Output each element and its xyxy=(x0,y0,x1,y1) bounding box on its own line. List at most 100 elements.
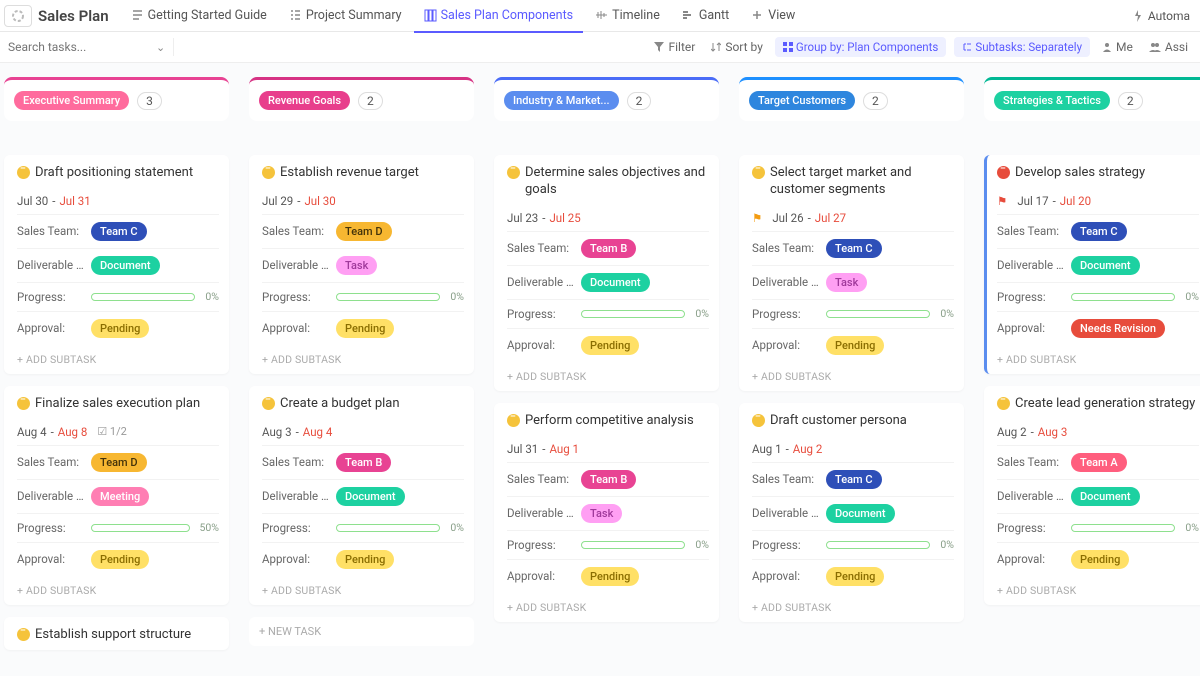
approval-chip[interactable]: Pending xyxy=(581,336,639,355)
task-card[interactable]: Establish revenue target Jul 29 - Jul 30… xyxy=(249,155,474,374)
team-chip[interactable]: Team B xyxy=(336,453,391,472)
task-card[interactable]: Select target market and customer segmen… xyxy=(739,155,964,391)
team-chip[interactable]: Team C xyxy=(826,470,882,489)
approval-chip[interactable]: Needs Revision xyxy=(1071,319,1165,338)
tab-project-summary[interactable]: Project Summary xyxy=(279,4,412,27)
tab-icon xyxy=(131,9,144,22)
automate-button[interactable]: Automa xyxy=(1126,9,1196,23)
column: Strategies & Tactics 2 Develop sales str… xyxy=(984,77,1200,617)
tab-timeline[interactable]: Timeline xyxy=(585,4,670,27)
approval-chip[interactable]: Pending xyxy=(826,567,884,586)
progress-row: Progress: 0% xyxy=(507,530,709,559)
task-card[interactable]: Draft customer persona Aug 1 - Aug 2 Sal… xyxy=(739,403,964,622)
progress-bar[interactable] xyxy=(1071,524,1175,532)
approval-chip[interactable]: Pending xyxy=(336,319,394,338)
subtasks-pill[interactable]: Subtasks: Separately xyxy=(954,37,1090,57)
deliverable-chip[interactable]: Meeting xyxy=(91,487,149,506)
tab-view[interactable]: View xyxy=(741,4,805,27)
add-subtask-button[interactable]: + ADD SUBTASK xyxy=(752,362,954,391)
progress-row: Progress: 0% xyxy=(752,530,954,559)
team-chip[interactable]: Team A xyxy=(1071,453,1127,472)
team-chip[interactable]: Team C xyxy=(826,239,882,258)
progress-bar[interactable] xyxy=(581,541,685,549)
approval-chip[interactable]: Pending xyxy=(91,319,149,338)
task-card[interactable]: Draft positioning statement Jul 30 - Jul… xyxy=(4,155,229,374)
column-header[interactable]: Industry & Market... 2 xyxy=(494,77,719,121)
progress-bar[interactable] xyxy=(1071,293,1175,301)
tab-getting-started-guide[interactable]: Getting Started Guide xyxy=(121,4,277,27)
team-chip[interactable]: Team B xyxy=(581,470,636,489)
add-subtask-button[interactable]: + ADD SUBTASK xyxy=(752,593,954,622)
me-button[interactable]: Me xyxy=(1098,38,1137,56)
date-row: Jul 29 - Jul 30 xyxy=(262,188,464,214)
add-subtask-button[interactable]: + ADD SUBTASK xyxy=(507,362,709,391)
deliverable-chip[interactable]: Document xyxy=(336,487,405,506)
team-chip[interactable]: Team C xyxy=(1071,222,1127,241)
column-header[interactable]: Executive Summary 3 xyxy=(4,77,229,121)
task-card[interactable]: Develop sales strategy ⚑ Jul 17 - Jul 20… xyxy=(984,155,1200,374)
sort-button[interactable]: Sort by xyxy=(707,38,767,56)
deliverable-chip[interactable]: Task xyxy=(336,256,377,275)
add-subtask-button[interactable]: + ADD SUBTASK xyxy=(17,345,219,374)
sales-team-row: Sales Team: Team A xyxy=(997,445,1199,479)
task-card[interactable]: Finalize sales execution plan Aug 4 - Au… xyxy=(4,386,229,605)
assignee-button[interactable]: Assi xyxy=(1145,38,1192,56)
team-chip[interactable]: Team C xyxy=(91,222,147,241)
deliverable-chip[interactable]: Document xyxy=(1071,256,1140,275)
column-header[interactable]: Target Customers 2 xyxy=(739,77,964,121)
tab-icon xyxy=(289,9,302,22)
deliverable-chip[interactable]: Document xyxy=(581,273,650,292)
add-subtask-button[interactable]: + ADD SUBTASK xyxy=(262,345,464,374)
progress-bar[interactable] xyxy=(336,524,440,532)
add-subtask-button[interactable]: + ADD SUBTASK xyxy=(17,576,219,605)
task-title: Select target market and customer segmen… xyxy=(770,165,954,199)
subtask-icon xyxy=(962,42,972,52)
new-task-button[interactable]: + NEW TASK xyxy=(249,617,474,646)
chevron-down-icon[interactable]: ⌄ xyxy=(156,41,165,54)
column-header[interactable]: Revenue Goals 2 xyxy=(249,77,474,121)
date-row: ⚑ Jul 17 - Jul 20 xyxy=(997,188,1199,214)
add-subtask-button[interactable]: + ADD SUBTASK xyxy=(997,345,1199,374)
progress-bar[interactable] xyxy=(826,541,930,549)
approval-chip[interactable]: Pending xyxy=(336,550,394,569)
progress-bar[interactable] xyxy=(91,524,190,532)
deliverable-row: Deliverable ... Document xyxy=(17,248,219,282)
deliverable-chip[interactable]: Document xyxy=(1071,487,1140,506)
deliverable-chip[interactable]: Task xyxy=(581,504,622,523)
add-subtask-button[interactable]: + ADD SUBTASK xyxy=(997,576,1199,605)
tab-sales-plan-components[interactable]: Sales Plan Components xyxy=(414,4,584,27)
app-logo[interactable] xyxy=(4,5,32,27)
team-chip[interactable]: Team B xyxy=(581,239,636,258)
progress-bar[interactable] xyxy=(826,310,930,318)
team-chip[interactable]: Team D xyxy=(91,453,147,472)
approval-chip[interactable]: Pending xyxy=(581,567,639,586)
filter-button[interactable]: Filter xyxy=(650,38,699,56)
team-chip[interactable]: Team D xyxy=(336,222,392,241)
tab-gantt[interactable]: Gantt xyxy=(672,4,739,27)
task-card[interactable]: Perform competitive analysis Jul 31 - Au… xyxy=(494,403,719,622)
task-title: Establish revenue target xyxy=(280,165,419,182)
column-header[interactable]: Strategies & Tactics 2 xyxy=(984,77,1200,121)
approval-chip[interactable]: Pending xyxy=(91,550,149,569)
toolbar: ⌄ Filter Sort by Group by: Plan Componen… xyxy=(0,32,1200,63)
search-input[interactable] xyxy=(8,40,128,54)
deliverable-chip[interactable]: Document xyxy=(826,504,895,523)
group-by-pill[interactable]: Group by: Plan Components xyxy=(775,37,946,57)
add-subtask-button[interactable]: + ADD SUBTASK xyxy=(507,593,709,622)
task-card[interactable]: Create lead generation strategy Aug 2 - … xyxy=(984,386,1200,605)
task-title: Develop sales strategy xyxy=(1015,165,1145,182)
task-card[interactable]: Determine sales objectives and goals Jul… xyxy=(494,155,719,391)
task-card[interactable]: Create a budget plan Aug 3 - Aug 4 Sales… xyxy=(249,386,474,605)
task-card[interactable]: Establish support structure xyxy=(4,617,229,650)
deliverable-chip[interactable]: Task xyxy=(826,273,867,292)
progress-bar[interactable] xyxy=(581,310,685,318)
progress-bar[interactable] xyxy=(336,293,440,301)
deliverable-chip[interactable]: Document xyxy=(91,256,160,275)
approval-chip[interactable]: Pending xyxy=(826,336,884,355)
add-subtask-button[interactable]: + ADD SUBTASK xyxy=(262,576,464,605)
page-title: Sales Plan xyxy=(38,7,109,25)
status-dot-icon xyxy=(752,166,765,179)
progress-percent: 0% xyxy=(695,307,709,320)
progress-bar[interactable] xyxy=(91,293,195,301)
approval-chip[interactable]: Pending xyxy=(1071,550,1129,569)
